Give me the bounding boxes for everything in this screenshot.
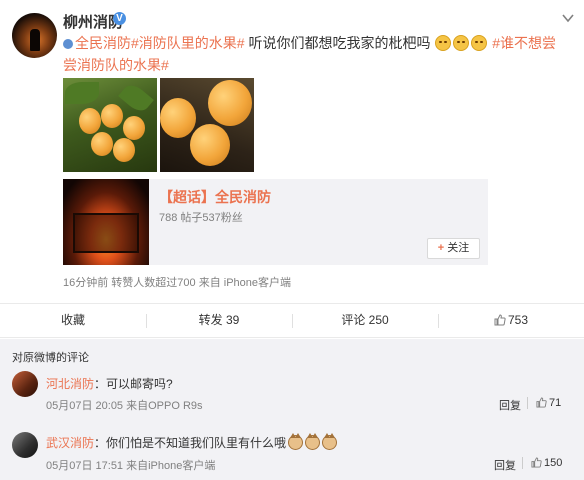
smug-emoji-icon <box>471 35 488 51</box>
loquat-fruit <box>79 108 101 134</box>
loquat-fruit <box>91 132 113 156</box>
super-topic-card[interactable]: 【超话】全民消防 788 帖子537粉丝 + 关注 <box>63 179 488 265</box>
comment-button[interactable]: 评论 250 <box>292 304 438 337</box>
follow-label: 关注 <box>447 242 470 254</box>
comment-like-button[interactable]: 71 <box>536 397 561 409</box>
post-meta: 16分钟前 转赞人数超过700 来自 iPhone客户端 <box>63 277 292 289</box>
like-count: 753 <box>507 313 529 327</box>
comment-like-count: 150 <box>544 457 563 469</box>
divider <box>527 397 528 409</box>
smug-emoji-icon <box>435 35 452 51</box>
leaf-shape <box>118 80 154 116</box>
comment-text: 河北消防：可以邮寄吗? <box>46 375 173 392</box>
commenter-name[interactable]: 河北消防 <box>46 377 94 391</box>
repost-button[interactable]: 转发 39 <box>146 304 292 337</box>
loquat-fruit <box>113 138 135 162</box>
comment-like-button[interactable]: 150 <box>531 457 562 469</box>
topic-title[interactable]: 【超话】全民消防 <box>159 187 271 207</box>
user-avatar[interactable] <box>12 13 57 58</box>
cat-emoji-icon <box>322 433 338 450</box>
loquat-fruit <box>208 80 252 126</box>
chevron-down-icon[interactable] <box>562 13 574 23</box>
topic-stats: 788 帖子537粉丝 <box>159 212 243 224</box>
avatar-silhouette <box>30 29 40 51</box>
commenter-name[interactable]: 武汉消防 <box>46 436 94 450</box>
smug-emoji-icon <box>453 35 470 51</box>
comment-meta: 05月07日 17:51 来自iPhone客户端 <box>46 460 216 472</box>
loquat-fruit <box>101 104 123 128</box>
cat-emoji-icon <box>305 433 321 450</box>
loquat-fruit <box>123 116 145 140</box>
comment-like-count: 71 <box>549 397 562 409</box>
like-button[interactable]: 753 <box>438 304 584 337</box>
post-text: 全民消防#消防队里的水果# 听说你们都想吃我家的枇杷吗 #谁不想尝尝消防队的水果… <box>63 32 568 76</box>
reply-button[interactable]: 回复 <box>494 457 516 473</box>
comment-body: ：你们怕是不知道我们队里有什么哦 <box>94 436 287 450</box>
cat-emoji-icon <box>288 433 304 450</box>
comments-header: 对原微博的评论 <box>12 352 89 364</box>
comments-section: 对原微博的评论 河北消防：可以邮寄吗? 05月07日 20:05 来自OPPO … <box>0 339 584 480</box>
repost-label: 转发 39 <box>198 313 240 327</box>
comment-label: 评论 250 <box>341 313 389 327</box>
post-image-loquats-on-branch[interactable] <box>63 78 157 172</box>
commenter-avatar[interactable] <box>12 371 38 397</box>
hashtag-link[interactable]: 全民消防 <box>75 35 131 51</box>
thumbs-up-icon <box>531 457 542 468</box>
favorite-label: 收藏 <box>60 313 85 327</box>
thumbs-up-icon <box>536 397 547 408</box>
plus-icon: + <box>437 242 445 254</box>
comment-body: ：可以邮寄吗? <box>94 377 173 391</box>
hashtag-link[interactable]: #消防队里的水果# <box>131 35 245 51</box>
post-action-bar: 收藏 转发 39 评论 250 753 <box>0 303 584 338</box>
verified-badge-icon: V <box>113 12 126 25</box>
post-image-loquats-closeup[interactable] <box>160 78 254 172</box>
post-body-text: 听说你们都想吃我家的枇杷吗 <box>244 35 431 51</box>
commenter-avatar[interactable] <box>12 432 38 458</box>
location-icon <box>63 39 73 49</box>
loquat-fruit <box>160 98 196 138</box>
topic-thumbnail-fire <box>63 179 149 265</box>
divider <box>522 457 523 469</box>
burning-building-shape <box>73 213 139 253</box>
reply-button[interactable]: 回复 <box>499 397 521 413</box>
follow-button[interactable]: + 关注 <box>427 238 480 259</box>
weibo-post: 柳州消防 V 全民消防#消防队里的水果# 听说你们都想吃我家的枇杷吗 #谁不想尝… <box>0 0 584 300</box>
comment-meta: 05月07日 20:05 来自OPPO R9s <box>46 400 203 412</box>
thumbs-up-icon <box>494 314 506 326</box>
leaf-shape <box>65 82 99 104</box>
comment-text: 武汉消防：你们怕是不知道我们队里有什么哦 <box>46 433 338 451</box>
favorite-button[interactable]: 收藏 <box>0 304 146 337</box>
loquat-fruit <box>190 124 230 166</box>
